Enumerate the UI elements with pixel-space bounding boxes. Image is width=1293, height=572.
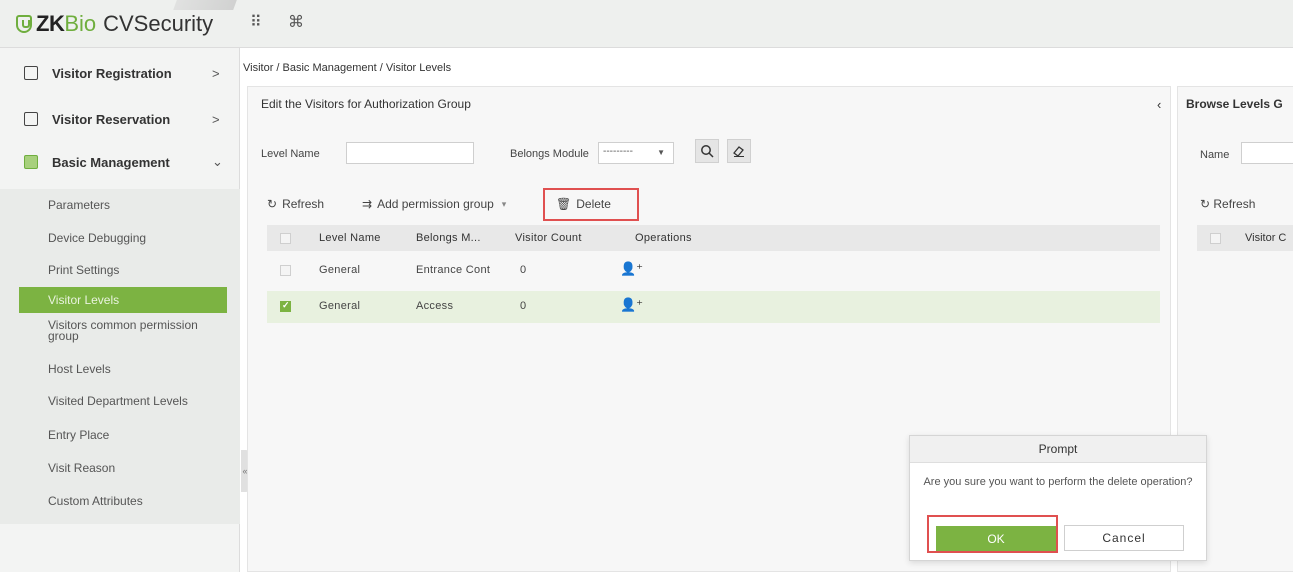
sidebar-group-label: Visitor Registration <box>52 65 172 81</box>
belongs-module-label: Belongs Module <box>510 148 589 160</box>
name-label: Name <box>1200 149 1230 161</box>
basic-management-icon <box>24 155 38 169</box>
dialog-message: Are you sure you want to perform the del… <box>923 476 1193 488</box>
belongs-module-value: --------- <box>603 146 633 157</box>
refresh-button[interactable]: ↻ Refresh <box>267 197 324 211</box>
chevron-right-icon: > <box>212 111 220 127</box>
prompt-dialog: Prompt Are you sure you want to perform … <box>909 435 1207 561</box>
logo-cvsecurity-text: CVSecurity <box>103 11 214 36</box>
belongs-module-select[interactable]: --------- ▼ <box>598 142 674 164</box>
delete-highlight-box <box>543 188 639 221</box>
cancel-button[interactable]: Cancel <box>1064 525 1184 551</box>
app-logo: ZK Bio CVSecurity <box>16 11 214 36</box>
apps-grid-icon[interactable]: ⠿ <box>250 12 262 32</box>
sidebar-item-print-settings[interactable]: Print Settings <box>48 263 119 277</box>
decorative-pencil <box>173 0 237 10</box>
level-name-input[interactable] <box>346 142 474 164</box>
column-header-visitor-count[interactable]: Visitor Count <box>515 232 582 244</box>
cell-belongs-module: Access <box>416 300 454 312</box>
sidebar-item-visitors-common-permission-group[interactable]: Visitors common permission group <box>48 319 218 342</box>
name-input[interactable] <box>1241 142 1293 164</box>
submenu-basic-management: Parameters Device Debugging Print Settin… <box>0 189 240 524</box>
sidebar-item-parameters[interactable]: Parameters <box>48 198 110 212</box>
select-all-checkbox[interactable] <box>280 233 291 244</box>
table-header: Level Name Belongs M... Visitor Count Op… <box>267 225 1160 251</box>
search-icon <box>701 145 714 158</box>
row-checkbox[interactable] <box>280 265 291 276</box>
cell-visitor-count: 0 <box>520 300 527 312</box>
level-name-label: Level Name <box>261 148 320 160</box>
sidebar-group-basic-management[interactable]: Basic Management ⌄ <box>0 145 240 179</box>
column-header-level-name[interactable]: Level Name <box>319 232 381 244</box>
sidebar-group-label: Visitor Reservation <box>52 111 171 127</box>
table-row[interactable]: General Access 0 👤⁺ <box>267 291 1160 323</box>
add-permission-group-label: Add permission group <box>377 197 494 211</box>
sidebar-item-visited-department-levels[interactable]: Visited Department Levels <box>48 394 188 408</box>
chevron-down-icon: ⌄ <box>212 154 223 169</box>
logo-bio-text: Bio <box>64 11 97 36</box>
sidebar-item-visit-reason[interactable]: Visit Reason <box>48 461 115 475</box>
browse-select-all-checkbox[interactable] <box>1210 233 1221 244</box>
table-row[interactable]: General Entrance Cont 0 👤⁺ <box>267 255 1160 287</box>
sidebar-item-device-debugging[interactable]: Device Debugging <box>48 231 146 245</box>
sidebar-item-entry-place[interactable]: Entry Place <box>48 428 109 442</box>
search-button[interactable] <box>695 139 719 163</box>
add-visitor-icon[interactable]: 👤⁺ <box>620 261 643 277</box>
column-header-visitor[interactable]: Visitor C <box>1245 232 1286 244</box>
column-header-operations: Operations <box>635 232 692 244</box>
breadcrumb: Visitor / Basic Management / Visitor Lev… <box>243 62 452 74</box>
browse-table-header: Visitor C <box>1197 225 1293 251</box>
sidebar-group-visitor-reservation[interactable]: Visitor Reservation > <box>0 102 240 136</box>
panel-collapse-icon[interactable]: ‹ <box>1157 97 1161 112</box>
add-permission-group-button[interactable]: ⇉ Add permission group ▾ <box>362 197 506 211</box>
command-icon[interactable]: ⌘ <box>288 12 304 32</box>
browse-refresh-label: Refresh <box>1213 197 1256 211</box>
row-checkbox[interactable] <box>280 300 291 312</box>
chevron-right-icon: > <box>212 65 220 81</box>
column-header-belongs-module[interactable]: Belongs M... <box>416 232 481 244</box>
logo-zk-text: ZK <box>36 11 65 36</box>
sidebar-group-visitor-registration[interactable]: Visitor Registration > <box>0 56 240 90</box>
sidebar-item-custom-attributes[interactable]: Custom Attributes <box>48 494 143 508</box>
refresh-label: Refresh <box>282 197 325 211</box>
top-bar: ZK Bio CVSecurity ⠿ ⌘ <box>0 0 1293 48</box>
refresh-icon: ↻ <box>1200 197 1214 211</box>
ok-button[interactable]: OK <box>936 526 1056 551</box>
dialog-title: Prompt <box>910 436 1206 463</box>
panel-title: Edit the Visitors for Authorization Grou… <box>261 97 471 111</box>
sidebar-item-visitor-levels[interactable]: Visitor Levels <box>19 287 227 313</box>
sidebar-item-host-levels[interactable]: Host Levels <box>48 362 111 376</box>
browse-levels-title: Browse Levels G <box>1186 97 1283 111</box>
reservation-icon <box>24 112 38 126</box>
cell-visitor-count: 0 <box>520 264 527 276</box>
refresh-icon: ↻ <box>267 197 278 211</box>
shield-logo-icon <box>16 15 32 33</box>
cell-level-name: General <box>319 300 361 312</box>
eraser-icon <box>733 146 744 157</box>
dropdown-caret-icon: ▼ <box>657 148 665 157</box>
cell-level-name: General <box>319 264 361 276</box>
add-list-icon: ⇉ <box>362 197 373 211</box>
chevron-down-icon: ▾ <box>501 198 507 209</box>
registration-icon <box>24 66 38 80</box>
add-visitor-icon[interactable]: 👤⁺ <box>620 297 643 313</box>
clear-search-button[interactable] <box>727 139 751 163</box>
sidebar-group-label: Basic Management <box>52 154 170 170</box>
cell-belongs-module: Entrance Cont <box>416 264 491 276</box>
browse-refresh-button[interactable]: ↻ Refresh <box>1200 197 1255 211</box>
